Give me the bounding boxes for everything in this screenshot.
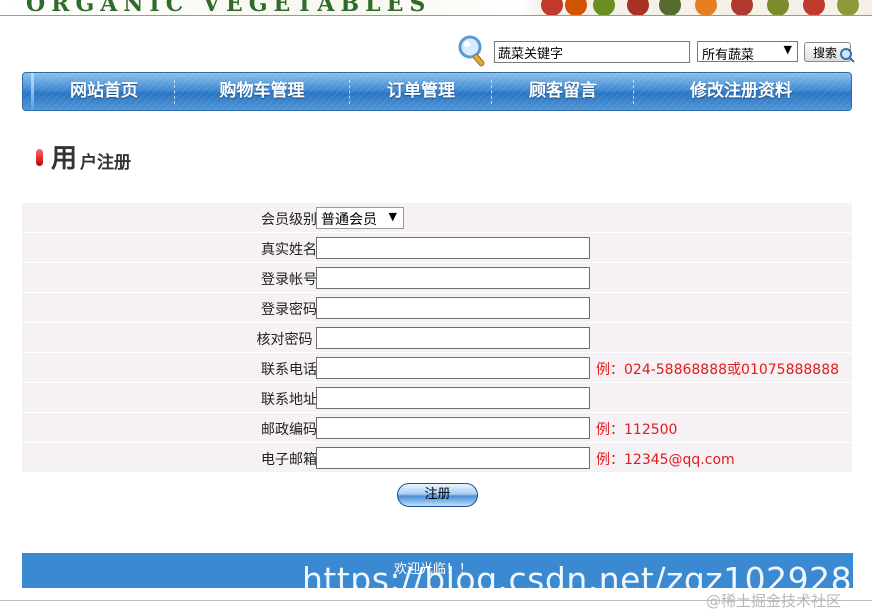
banner-logo-text: ORGANIC VEGETABLES bbox=[26, 0, 432, 16]
nav-edit-profile[interactable]: 修改注册资料 bbox=[649, 73, 833, 110]
nav-divider bbox=[491, 80, 492, 104]
real-name-input[interactable] bbox=[316, 237, 590, 259]
nav-divider bbox=[349, 80, 350, 104]
main-nav: 网站首页 购物车管理 订单管理 顾客留言 修改注册资料 bbox=[22, 72, 852, 111]
email-hint: 例：12345@qq.com bbox=[596, 452, 735, 468]
form-row-phone: 联系电话： 例：024-58868888或01075888888 bbox=[22, 353, 852, 383]
member-level-value: 普通会员 bbox=[321, 212, 377, 228]
register-button[interactable]: 注册 bbox=[397, 483, 478, 507]
account-input[interactable] bbox=[316, 267, 590, 289]
title-bullet-icon bbox=[36, 149, 43, 166]
form-row-real-name: 真实姓名： bbox=[22, 233, 852, 263]
form-row-level: 会员级别： 普通会员 ▼ bbox=[22, 203, 852, 233]
dropdown-arrow-icon: ▼ bbox=[388, 210, 397, 223]
postcode-hint: 例：112500 bbox=[596, 422, 678, 438]
dropdown-arrow-icon: ▼ bbox=[783, 43, 792, 56]
registration-form: 会员级别： 普通会员 ▼ 真实姓名： 登录帐号： 登录密码： 核对密码 ： 联系… bbox=[22, 203, 852, 473]
page-title-rest: 户注册 bbox=[80, 153, 131, 173]
form-row-confirm-password: 核对密码 ： bbox=[22, 323, 852, 353]
form-row-account: 登录帐号： bbox=[22, 263, 852, 293]
nav-messages[interactable]: 顾客留言 bbox=[503, 73, 623, 110]
search-button-label: 搜索 bbox=[813, 46, 838, 60]
form-row-password: 登录密码： bbox=[22, 293, 852, 323]
member-level-select[interactable]: 普通会员 ▼ bbox=[316, 207, 404, 229]
watermark-site: @稀土掘金技术社区 bbox=[706, 592, 842, 610]
nav-cart[interactable]: 购物车管理 bbox=[186, 73, 338, 110]
form-row-address: 联系地址： bbox=[22, 383, 852, 413]
category-selected-value: 所有蔬菜 bbox=[702, 48, 755, 63]
nav-orders[interactable]: 订单管理 bbox=[363, 73, 479, 110]
magnifier-icon bbox=[840, 48, 855, 63]
postcode-input[interactable] bbox=[316, 417, 590, 439]
email-input[interactable] bbox=[316, 447, 590, 469]
search-button[interactable]: 搜索 bbox=[804, 42, 855, 63]
form-row-email: 电子邮箱： 例：12345@qq.com bbox=[22, 443, 852, 473]
category-select[interactable]: 所有蔬菜 ▼ bbox=[697, 41, 798, 63]
password-input[interactable] bbox=[316, 297, 590, 319]
form-row-postcode: 邮政编码： 例：112500 bbox=[22, 413, 852, 443]
search-keyword-input[interactable] bbox=[494, 41, 690, 63]
nav-divider bbox=[174, 80, 175, 104]
phone-input[interactable] bbox=[316, 357, 590, 379]
nav-home[interactable]: 网站首页 bbox=[45, 73, 163, 110]
page-title-first-char: 用 bbox=[51, 144, 78, 174]
address-input[interactable] bbox=[316, 387, 590, 409]
nav-divider bbox=[633, 80, 634, 104]
vegetable-image bbox=[535, 0, 872, 15]
phone-hint: 例：024-58868888或01075888888 bbox=[596, 362, 840, 378]
confirm-password-input[interactable] bbox=[316, 327, 590, 349]
magnifier-icon bbox=[458, 35, 485, 67]
top-banner: ORGANIC VEGETABLES bbox=[0, 0, 872, 16]
